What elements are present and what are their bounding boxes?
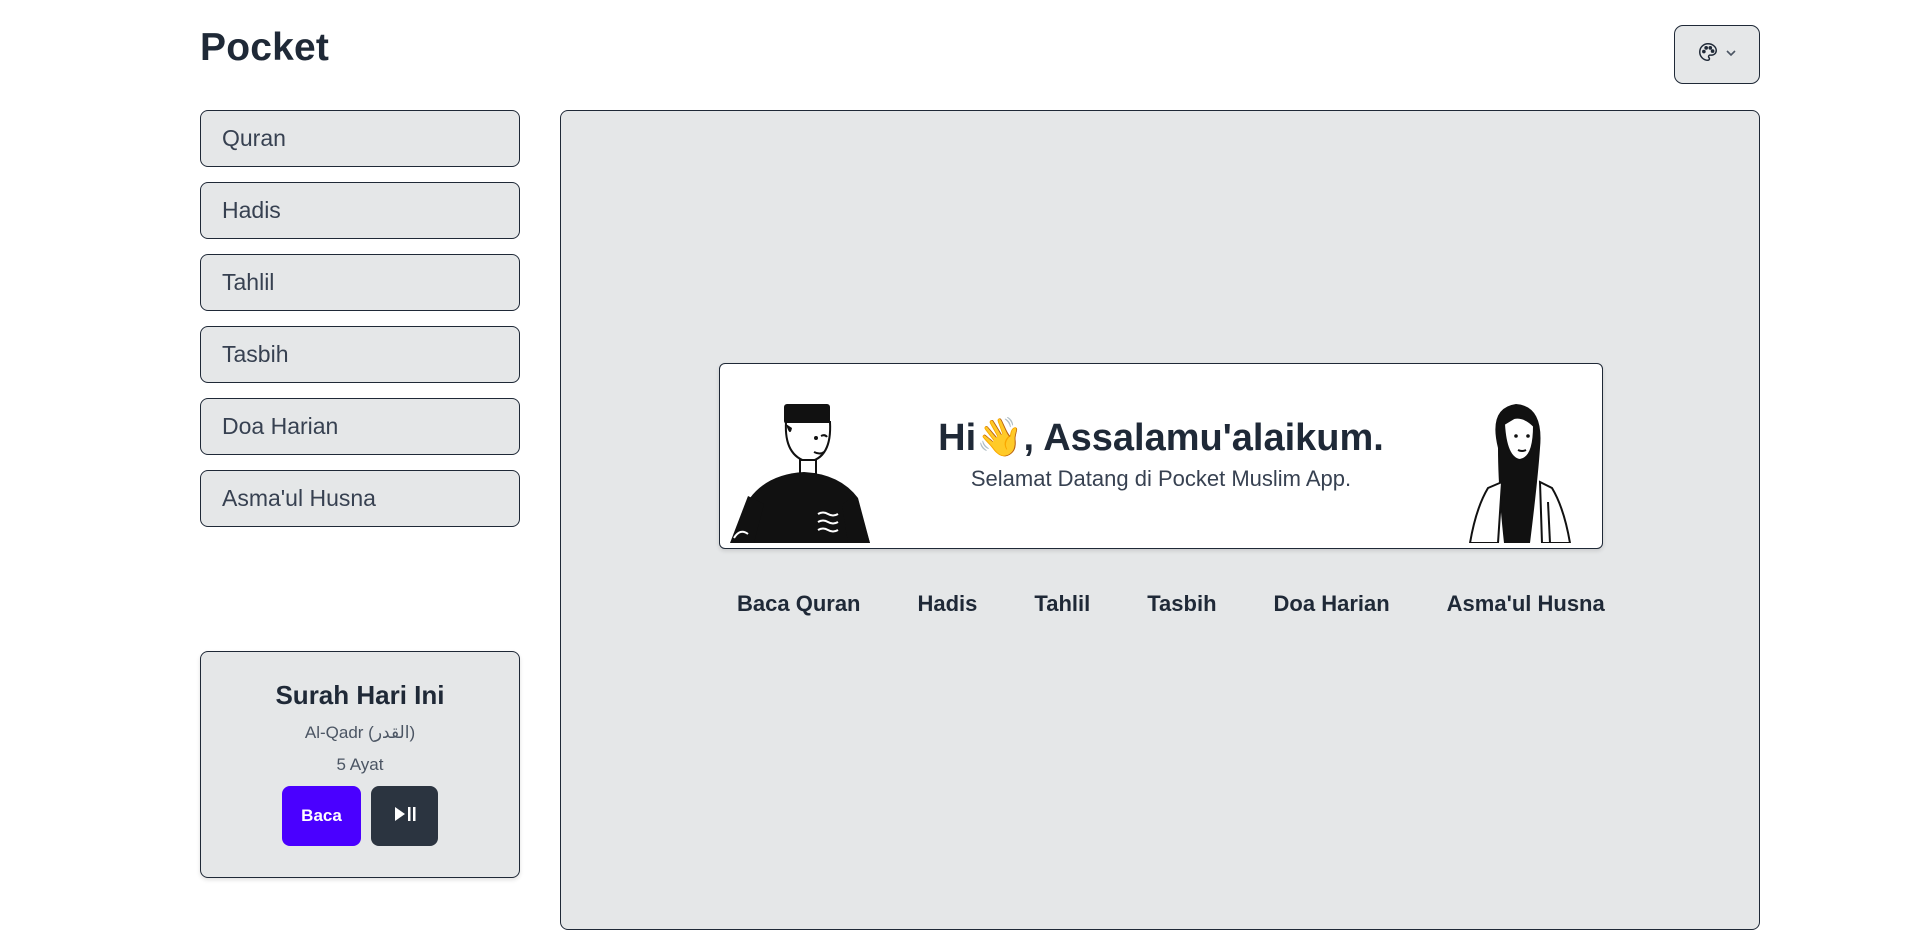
welcome-banner: Hi👋, Assalamu'alaikum. Selamat Datang di…	[719, 363, 1603, 549]
waving-hand-icon: 👋	[976, 417, 1024, 459]
sidebar-item-asmaul-husna[interactable]: Asma'ul Husna	[200, 470, 520, 527]
surah-of-the-day-card: Surah Hari Ini Al-Qadr (القدر) 5 Ayat Ba…	[200, 651, 520, 878]
palette-icon	[1697, 41, 1719, 68]
greeting-hi: Hi	[938, 417, 977, 459]
quick-link-tasbih[interactable]: Tasbih	[1147, 591, 1216, 617]
main-content-panel: Hi👋, Assalamu'alaikum. Selamat Datang di…	[560, 110, 1760, 930]
sidebar-menu: Quran Hadis Tahlil Tasbih Doa Harian Asm…	[200, 110, 520, 542]
quick-link-doa-harian[interactable]: Doa Harian	[1274, 591, 1390, 617]
surah-actions: Baca	[201, 786, 519, 846]
play-pause-icon	[393, 805, 417, 828]
sidebar-item-hadis[interactable]: Hadis	[200, 182, 520, 239]
play-audio-button[interactable]	[371, 786, 438, 846]
theme-switcher-button[interactable]	[1674, 25, 1760, 84]
sidebar-item-tasbih[interactable]: Tasbih	[200, 326, 520, 383]
app-title: Pocket	[200, 26, 330, 69]
quick-link-hadis[interactable]: Hadis	[918, 591, 978, 617]
quick-link-asmaul-husna[interactable]: Asma'ul Husna	[1447, 591, 1605, 617]
chevron-down-icon	[1725, 46, 1737, 64]
quick-link-baca-quran[interactable]: Baca Quran	[737, 591, 861, 617]
sidebar-item-doa-harian[interactable]: Doa Harian	[200, 398, 520, 455]
read-surah-button[interactable]: Baca	[282, 786, 361, 846]
greeting-rest: , Assalamu'alaikum.	[1023, 417, 1384, 459]
quick-link-tahlil[interactable]: Tahlil	[1034, 591, 1090, 617]
quick-links: Baca Quran Hadis Tahlil Tasbih Doa Haria…	[737, 591, 1662, 617]
sidebar-item-tahlil[interactable]: Tahlil	[200, 254, 520, 311]
surah-ayat-count: 5 Ayat	[336, 755, 384, 774]
surah-card-title: Surah Hari Ini	[275, 680, 445, 710]
woman-illustration	[1458, 378, 1578, 548]
surah-name: Al-Qadr (القدر)	[304, 723, 416, 742]
sidebar-item-quran[interactable]: Quran	[200, 110, 520, 167]
